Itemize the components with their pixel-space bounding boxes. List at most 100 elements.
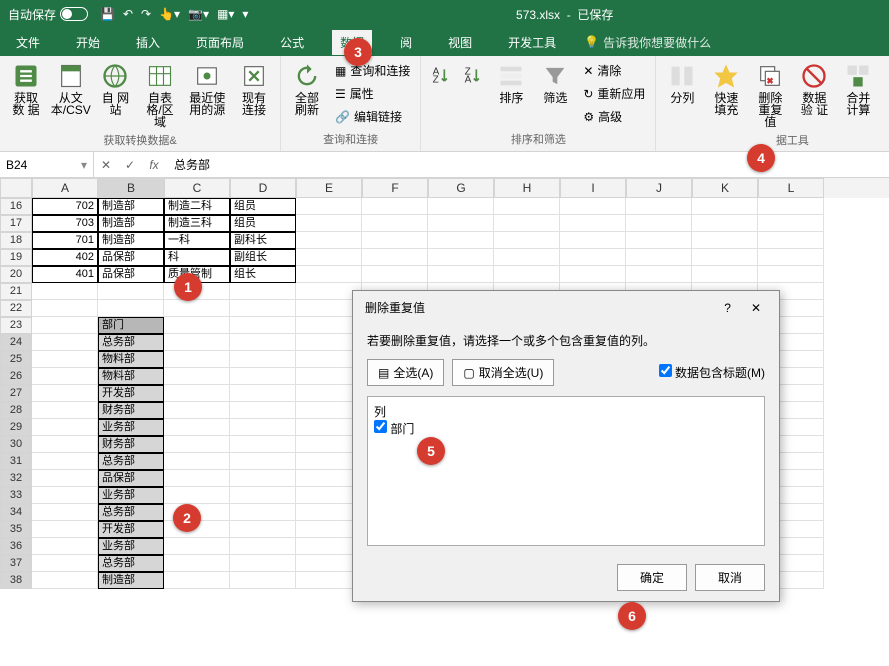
row-header[interactable]: 18	[0, 232, 32, 249]
row-header[interactable]: 30	[0, 436, 32, 453]
cell[interactable]	[32, 419, 98, 436]
from-csv-button[interactable]: 从文 本/CSV	[50, 60, 91, 130]
cell[interactable]	[494, 266, 560, 283]
cell[interactable]	[32, 538, 98, 555]
cell[interactable]	[164, 453, 230, 470]
cell[interactable]	[758, 249, 824, 266]
row-header[interactable]: 33	[0, 487, 32, 504]
remove-duplicates-button[interactable]: 删除 重复值	[750, 60, 790, 130]
cell[interactable]	[758, 198, 824, 215]
save-icon[interactable]: 💾	[100, 7, 115, 21]
from-web-button[interactable]: 自 网站	[95, 60, 135, 130]
cell[interactable]	[296, 198, 362, 215]
cell[interactable]	[692, 215, 758, 232]
cell[interactable]	[362, 198, 428, 215]
clear-filter-button[interactable]: ✕ 清除	[579, 60, 649, 81]
tab-insert[interactable]: 插入	[128, 30, 168, 55]
cell[interactable]	[560, 266, 626, 283]
cell[interactable]: 703	[32, 215, 98, 232]
cell[interactable]: 总务部	[98, 555, 164, 572]
cell[interactable]	[32, 436, 98, 453]
tab-formulas[interactable]: 公式	[272, 30, 312, 55]
cell[interactable]	[230, 521, 296, 538]
cell[interactable]: 副组长	[230, 249, 296, 266]
cell[interactable]	[32, 334, 98, 351]
cell[interactable]	[230, 385, 296, 402]
cell[interactable]	[230, 368, 296, 385]
properties-button[interactable]: ☰ 属性	[331, 83, 414, 104]
cell[interactable]	[164, 419, 230, 436]
close-icon[interactable]: ✕	[745, 301, 767, 315]
recent-sources-button[interactable]: 最近使 用的源	[185, 60, 230, 130]
cell[interactable]	[32, 351, 98, 368]
edit-links-button[interactable]: 🔗 编辑链接	[331, 106, 414, 127]
cell[interactable]	[560, 249, 626, 266]
autosave-switch[interactable]: 自动保存	[8, 6, 88, 23]
cell[interactable]: 副科长	[230, 232, 296, 249]
confirm-formula-icon[interactable]: ✓	[118, 158, 142, 172]
cell[interactable]	[164, 538, 230, 555]
cell[interactable]	[32, 555, 98, 572]
cell[interactable]	[494, 198, 560, 215]
cell[interactable]	[164, 351, 230, 368]
tab-home[interactable]: 开始	[68, 30, 108, 55]
cell[interactable]: 财务部	[98, 436, 164, 453]
row-header[interactable]: 19	[0, 249, 32, 266]
cell[interactable]: 业务部	[98, 487, 164, 504]
cell[interactable]	[560, 232, 626, 249]
cell[interactable]	[626, 266, 692, 283]
cell[interactable]	[692, 198, 758, 215]
cell[interactable]	[230, 470, 296, 487]
cell[interactable]	[32, 453, 98, 470]
cell[interactable]	[230, 300, 296, 317]
cell[interactable]	[230, 504, 296, 521]
cell[interactable]	[230, 419, 296, 436]
cell[interactable]: 401	[32, 266, 98, 283]
cell[interactable]	[296, 232, 362, 249]
sort-button[interactable]: 排序	[491, 60, 531, 127]
column-header[interactable]: G	[428, 178, 494, 198]
column-header[interactable]: I	[560, 178, 626, 198]
cell[interactable]: 开发部	[98, 521, 164, 538]
fx-icon[interactable]: fx	[142, 158, 166, 172]
cell[interactable]: 制造部	[98, 198, 164, 215]
cell[interactable]	[230, 572, 296, 589]
touch-mode-icon[interactable]: 👆▾	[159, 7, 180, 21]
column-header[interactable]: E	[296, 178, 362, 198]
cell[interactable]	[32, 368, 98, 385]
cell[interactable]	[230, 436, 296, 453]
cell[interactable]: 制造部	[98, 215, 164, 232]
cell[interactable]: 一科	[164, 232, 230, 249]
tab-view[interactable]: 视图	[440, 30, 480, 55]
cell[interactable]	[164, 300, 230, 317]
data-validation-button[interactable]: 数据验 证	[794, 60, 834, 130]
text-to-columns-button[interactable]: 分列	[662, 60, 702, 130]
cell[interactable]	[32, 385, 98, 402]
cell[interactable]: 部门	[98, 317, 164, 334]
cell[interactable]	[626, 232, 692, 249]
tab-review[interactable]: 阅	[392, 30, 420, 55]
cell[interactable]	[560, 198, 626, 215]
cell[interactable]	[758, 266, 824, 283]
row-header[interactable]: 36	[0, 538, 32, 555]
cell[interactable]	[230, 317, 296, 334]
tab-dev[interactable]: 开发工具	[500, 30, 564, 55]
cell[interactable]: 制造三科	[164, 215, 230, 232]
cell[interactable]	[164, 470, 230, 487]
cell[interactable]: 402	[32, 249, 98, 266]
cell[interactable]: 组员	[230, 198, 296, 215]
cell[interactable]	[164, 368, 230, 385]
cell[interactable]	[164, 436, 230, 453]
column-header[interactable]: F	[362, 178, 428, 198]
cell[interactable]	[164, 572, 230, 589]
cell[interactable]	[428, 198, 494, 215]
advanced-filter-button[interactable]: ⚙ 高级	[579, 106, 649, 127]
select-all-button[interactable]: ▤ 全选(A)	[367, 359, 444, 386]
cell[interactable]: 品保部	[98, 470, 164, 487]
row-header[interactable]: 22	[0, 300, 32, 317]
column-header[interactable]: L	[758, 178, 824, 198]
row-header[interactable]: 28	[0, 402, 32, 419]
cell[interactable]: 701	[32, 232, 98, 249]
flash-fill-button[interactable]: 快速填充	[706, 60, 746, 130]
cell[interactable]: 物料部	[98, 368, 164, 385]
